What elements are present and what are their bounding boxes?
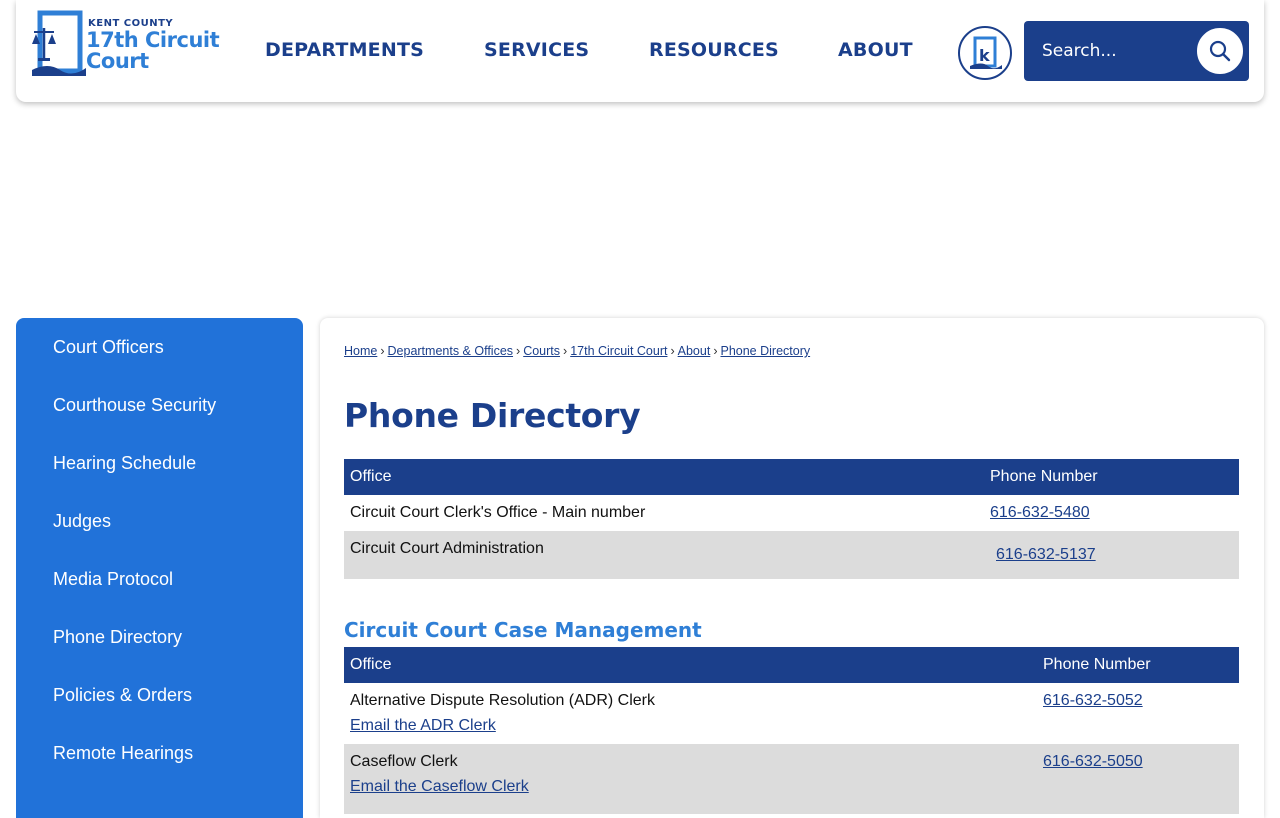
phone-table-main: Office Phone Number Circuit Court Clerk'… [344,459,1239,579]
table-row: Alternative Dispute Resolution (ADR) Cle… [344,683,1239,744]
nav-services[interactable]: SERVICES [484,39,589,61]
column-header-phone: Phone Number [1043,656,1151,673]
sidebar-item-court-officers[interactable]: Court Officers [53,337,164,358]
kent-county-k-icon[interactable]: k [958,26,1012,80]
table-header: Office Phone Number [344,647,1239,683]
email-link[interactable]: Email the ADR Clerk [350,717,496,735]
sidebar-item-media-protocol[interactable]: Media Protocol [53,569,173,590]
table-row: Caseflow Clerk Email the Caseflow Clerk … [344,744,1239,814]
main-content: Home › Departments & Offices › Courts › 17th C… [320,318,1264,818]
svg-text:k: k [979,46,990,65]
phone-link[interactable]: 616-632-5052 [1043,692,1143,710]
sidebar-item-hearing-schedule[interactable]: Hearing Schedule [53,453,196,474]
section-heading-case-management: Circuit Court Case Management [344,618,702,642]
nav-about[interactable]: ABOUT [838,39,913,61]
breadcrumb-departments[interactable]: Departments & Offices [388,344,514,358]
office-name: Circuit Court Clerk's Office - Main numb… [350,504,646,521]
column-header-phone: Phone Number [990,468,1098,485]
search-icon [1209,40,1231,62]
breadcrumb-circuit-court[interactable]: 17th Circuit Court [570,344,667,358]
search-box [1024,21,1249,81]
breadcrumb-about[interactable]: About [678,344,711,358]
breadcrumb-courts[interactable]: Courts [523,344,560,358]
office-name: Circuit Court Administration [350,540,544,557]
breadcrumb-home[interactable]: Home [344,344,377,358]
email-link[interactable]: Email the Caseflow Clerk [350,778,529,796]
phone-table-case-management: Office Phone Number Alternative Dispute … [344,647,1239,814]
sidebar-item-remote-hearings[interactable]: Remote Hearings [53,743,193,764]
column-header-office: Office [350,468,392,485]
table-row: Circuit Court Clerk's Office - Main numb… [344,495,1239,531]
sidebar-item-judges[interactable]: Judges [53,511,111,532]
site-header: KENT COUNTY 17th Circuit Court DEPARTMEN… [16,0,1264,102]
sidebar-item-phone-directory[interactable]: Phone Directory [53,627,182,648]
breadcrumb-phone-directory[interactable]: Phone Directory [720,344,810,358]
office-name: Alternative Dispute Resolution (ADR) Cle… [350,692,655,709]
page-title: Phone Directory [344,396,641,435]
table-row: Circuit Court Administration 616-632-513… [344,531,1239,579]
nav-departments[interactable]: DEPARTMENTS [265,39,424,61]
column-header-office: Office [350,656,392,673]
search-input[interactable] [1042,39,1192,63]
office-name: Caseflow Clerk [350,753,458,770]
phone-link[interactable]: 616-632-5480 [990,504,1090,522]
sidebar-item-courthouse-security[interactable]: Courthouse Security [53,395,216,416]
search-button[interactable] [1195,26,1245,76]
sidebar-nav: Court Officers Courthouse Security Heari… [16,318,303,818]
sidebar-item-policies-orders[interactable]: Policies & Orders [53,685,192,706]
table-header: Office Phone Number [344,459,1239,495]
nav-resources[interactable]: RESOURCES [649,39,779,61]
breadcrumb: Home › Departments & Offices › Courts › 17th C… [344,344,811,358]
phone-link[interactable]: 616-632-5050 [1043,753,1143,771]
phone-link[interactable]: 616-632-5137 [996,546,1096,564]
